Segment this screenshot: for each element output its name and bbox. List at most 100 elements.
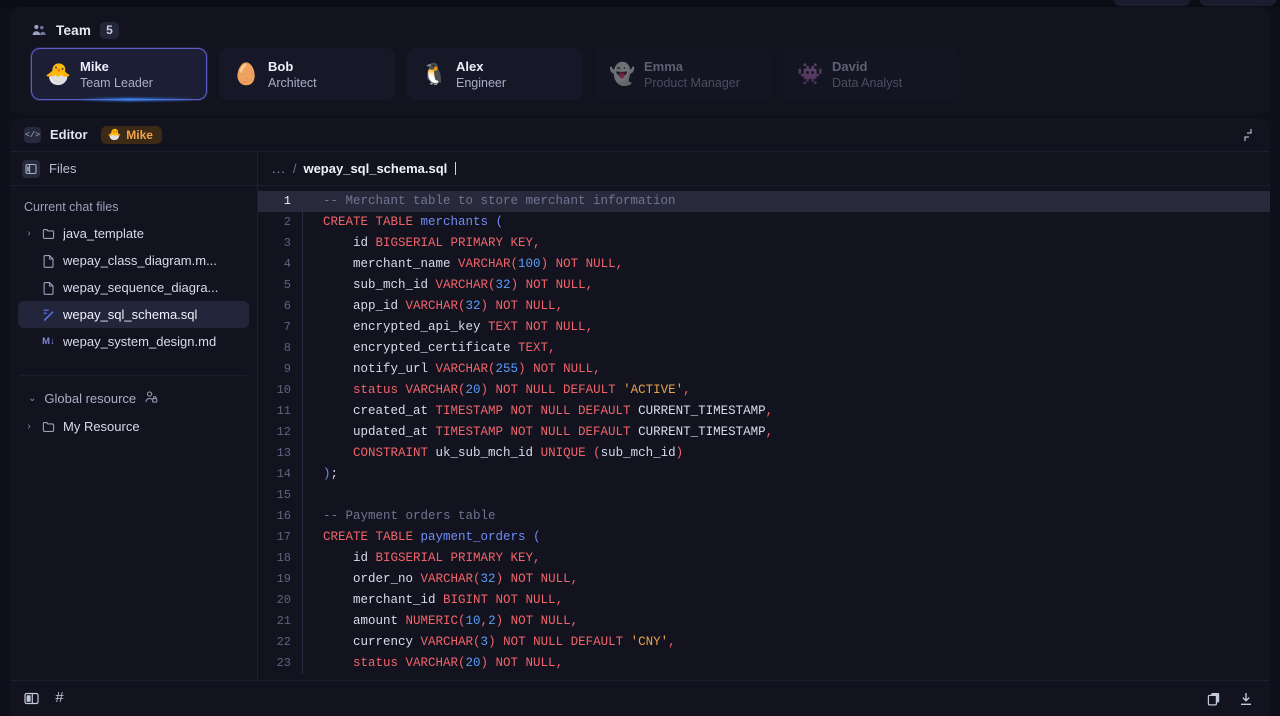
member-role: Product Manager (644, 75, 740, 90)
file-tree-item[interactable]: wepay_sequence_diagra... (18, 274, 249, 301)
file-file-icon (41, 254, 56, 268)
line-number: 2 (283, 215, 291, 229)
code-line[interactable]: 18 id BIGSERIAL PRIMARY KEY, (258, 548, 1270, 569)
folder-file-icon (41, 227, 56, 241)
gutter-divider (302, 380, 303, 401)
gutter-divider (302, 611, 303, 632)
global-resource-label: Global resource (44, 391, 137, 406)
code-line[interactable]: 19 order_no VARCHAR(32) NOT NULL, (258, 569, 1270, 590)
code-line[interactable]: 23 status VARCHAR(20) NOT NULL, (258, 653, 1270, 674)
code-line[interactable]: 20 merchant_id BIGINT NOT NULL, (258, 590, 1270, 611)
code-line[interactable]: 11 created_at TIMESTAMP NOT NULL DEFAULT… (258, 401, 1270, 422)
folder-file-icon (41, 420, 56, 434)
code-line[interactable]: 2 CREATE TABLE merchants ( (258, 212, 1270, 233)
code-line[interactable]: 9 notify_url VARCHAR(255) NOT NULL, (258, 359, 1270, 380)
gutter-divider (302, 275, 303, 296)
gutter-divider (302, 548, 303, 569)
file-tree-item[interactable]: › java_template (18, 220, 249, 247)
gutter-divider (302, 506, 303, 527)
owner-avatar-icon: 🐣 (107, 129, 122, 141)
file-tree-item-label: wepay_sequence_diagra... (63, 280, 219, 295)
code-line[interactable]: 21 amount NUMERIC(10,2) NOT NULL, (258, 611, 1270, 632)
code-line[interactable]: 7 encrypted_api_key TEXT NOT NULL, (258, 317, 1270, 338)
team-member-list: 🐣 Mike Team Leader 🥚 Bob Architect 🐧 Alex Engine… (10, 40, 1270, 100)
code-line[interactable]: 10 status VARCHAR(20) NOT NULL DEFAULT '… (258, 380, 1270, 401)
code-line[interactable]: 6 app_id VARCHAR(32) NOT NULL, (258, 296, 1270, 317)
chevron-right-icon[interactable]: › (24, 421, 34, 432)
file-tree-item[interactable]: › My Resource (18, 413, 249, 440)
team-member-card-alex[interactable]: 🐧 Alex Engineer (407, 48, 583, 100)
gutter-divider (302, 317, 303, 338)
code-line[interactable]: 5 sub_mch_id VARCHAR(32) NOT NULL, (258, 275, 1270, 296)
editor-owner-badge[interactable]: 🐣 Mike (100, 125, 162, 144)
sql-file-icon (41, 308, 56, 322)
collapse-corner-icon[interactable] (1238, 125, 1258, 145)
code-line[interactable]: 13 CONSTRAINT uk_sub_mch_id UNIQUE (sub_… (258, 443, 1270, 464)
line-number: 7 (283, 320, 291, 334)
gutter-divider (302, 422, 303, 443)
code-line[interactable]: 15 (258, 485, 1270, 506)
code-line[interactable]: 22 currency VARCHAR(3) NOT NULL DEFAULT … (258, 632, 1270, 653)
code-line[interactable]: 3 id BIGSERIAL PRIMARY KEY, (258, 233, 1270, 254)
code-line-text: CREATE TABLE merchants ( (323, 215, 504, 229)
file-tree-item-label: wepay_sql_schema.sql (63, 307, 198, 322)
hash-icon[interactable]: # (55, 690, 64, 707)
download-icon[interactable] (1238, 691, 1254, 707)
gutter-divider (302, 485, 303, 506)
team-member-card-david[interactable]: 👾 David Data Analyst (783, 48, 959, 100)
chevron-right-icon[interactable]: › (24, 228, 34, 239)
code-editor-content[interactable]: 1 -- Merchant table to store merchant inf… (258, 186, 1270, 716)
code-line[interactable]: 12 updated_at TIMESTAMP NOT NULL DEFAULT… (258, 422, 1270, 443)
line-number: 13 (276, 446, 291, 460)
code-line-text: id BIGSERIAL PRIMARY KEY, (323, 551, 541, 565)
gutter-divider (302, 443, 303, 464)
member-name: Mike (80, 58, 109, 74)
panel-toggle-icon[interactable] (24, 691, 39, 706)
gutter-divider (302, 254, 303, 275)
member-role: Team Leader (80, 75, 153, 90)
member-meta: Bob Architect (268, 59, 317, 90)
code-line-text: status VARCHAR(20) NOT NULL, (323, 656, 564, 670)
code-line[interactable]: 14); (258, 464, 1270, 485)
offscreen-chip-b (1199, 0, 1277, 6)
gutter-divider (302, 527, 303, 548)
files-panel-header: Files (10, 152, 257, 186)
gutter-divider (302, 653, 303, 674)
code-line-text: amount NUMERIC(10,2) NOT NULL, (323, 614, 579, 628)
line-number: 9 (283, 362, 291, 376)
gutter-divider (302, 401, 303, 422)
gutter-divider (302, 359, 303, 380)
breadcrumb-separator: / (292, 161, 297, 176)
code-line[interactable]: 8 encrypted_certificate TEXT, (258, 338, 1270, 359)
team-count-badge: 5 (100, 21, 119, 39)
editor-status-bar: # (10, 680, 1270, 716)
member-avatar-icon: 🐣 (45, 62, 72, 86)
file-tree-item-label: wepay_class_diagram.m... (63, 253, 217, 268)
team-member-card-emma[interactable]: 👻 Emma Product Manager (595, 48, 771, 100)
member-role: Architect (268, 75, 317, 90)
line-number: 12 (276, 425, 291, 439)
global-resource-header[interactable]: ⌄ Global resource (10, 376, 257, 407)
panel-layout-icon[interactable] (22, 159, 40, 178)
gutter-divider (302, 338, 303, 359)
line-number: 8 (283, 341, 291, 355)
file-tree-item[interactable]: wepay_class_diagram.m... (18, 247, 249, 274)
code-line[interactable]: 17 CREATE TABLE payment_orders ( (258, 527, 1270, 548)
member-avatar-icon: 🐧 (421, 62, 448, 86)
team-title: Team (56, 22, 92, 38)
team-member-card-bob[interactable]: 🥚 Bob Architect (219, 48, 395, 100)
gutter-divider (302, 590, 303, 611)
breadcrumb-ellipsis[interactable]: ... (272, 161, 286, 176)
copy-icon[interactable] (1206, 691, 1222, 707)
line-number: 20 (276, 593, 291, 607)
breadcrumb-filename[interactable]: wepay_sql_schema.sql (303, 161, 447, 176)
code-line[interactable]: 16 -- Payment orders table (258, 506, 1270, 527)
code-line[interactable]: 1 -- Merchant table to store merchant inf… (258, 191, 1270, 212)
code-line-text: encrypted_certificate TEXT, (323, 341, 556, 355)
gutter-divider (302, 569, 303, 590)
team-member-card-mike[interactable]: 🐣 Mike Team Leader (31, 48, 207, 100)
code-line-text: CONSTRAINT uk_sub_mch_id UNIQUE (sub_mch… (323, 446, 684, 460)
file-tree-item[interactable]: wepay_sql_schema.sql (18, 301, 249, 328)
code-line[interactable]: 4 merchant_name VARCHAR(100) NOT NULL, (258, 254, 1270, 275)
file-tree-item[interactable]: M↓ wepay_system_design.md (18, 328, 249, 355)
